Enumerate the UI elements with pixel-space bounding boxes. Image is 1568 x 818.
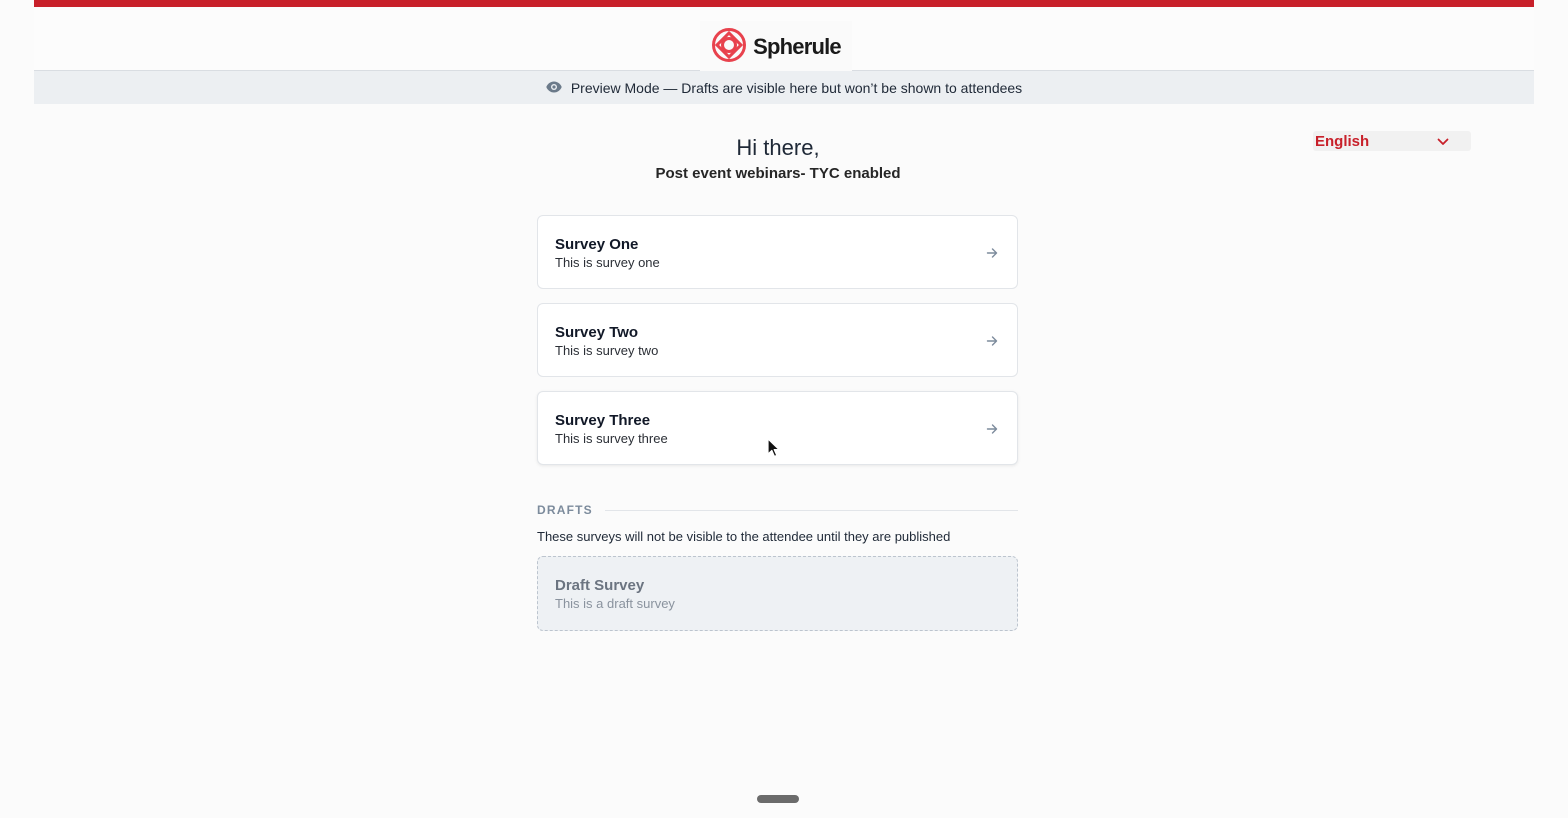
arrow-right-icon: [985, 422, 999, 436]
draft-survey-title: Draft Survey: [555, 577, 645, 594]
survey-description: This is survey one: [555, 255, 660, 270]
survey-card[interactable]: Survey Two This is survey two: [537, 303, 1018, 377]
page: Spherule Preview Mode — Drafts are visib…: [0, 0, 1568, 818]
preview-mode-banner: Preview Mode — Drafts are visible here b…: [34, 71, 1534, 104]
preview-banner-text: Preview Mode — Drafts are visible here b…: [570, 79, 1023, 96]
survey-title: Survey Three: [555, 412, 651, 429]
survey-description: This is survey two: [555, 343, 659, 358]
greeting: Hi there,: [736, 135, 820, 160]
eye-icon: [546, 80, 562, 96]
arrow-right-icon: [985, 334, 999, 348]
drafts-section-heading: DRAFTS: [537, 502, 1018, 518]
header: Spherule: [34, 7, 1534, 73]
survey-title: Survey One: [555, 236, 639, 253]
draft-survey-description: This is a draft survey: [555, 596, 675, 611]
survey-title: Survey Two: [555, 324, 639, 341]
accent-top-bar: [34, 0, 1534, 7]
drafts-label: DRAFTS: [537, 503, 593, 517]
event-title: Post event webinars- TYC enabled: [655, 165, 901, 182]
brand-name: Spherule: [753, 34, 842, 59]
app-frame: Spherule Preview Mode — Drafts are visib…: [34, 0, 1534, 818]
draft-survey-card: Draft Survey This is a draft survey: [537, 556, 1018, 631]
divider: [604, 509, 1018, 511]
brand-logo[interactable]: Spherule: [700, 21, 852, 73]
arrow-right-icon: [985, 246, 999, 260]
home-indicator[interactable]: [757, 795, 799, 803]
survey-description: This is survey three: [555, 431, 668, 446]
mouse-cursor: [767, 438, 781, 458]
drafts-note: These surveys will not be visible to the…: [537, 529, 951, 544]
spherule-logo-icon: [711, 27, 747, 68]
survey-card[interactable]: Survey One This is survey one: [537, 215, 1018, 289]
